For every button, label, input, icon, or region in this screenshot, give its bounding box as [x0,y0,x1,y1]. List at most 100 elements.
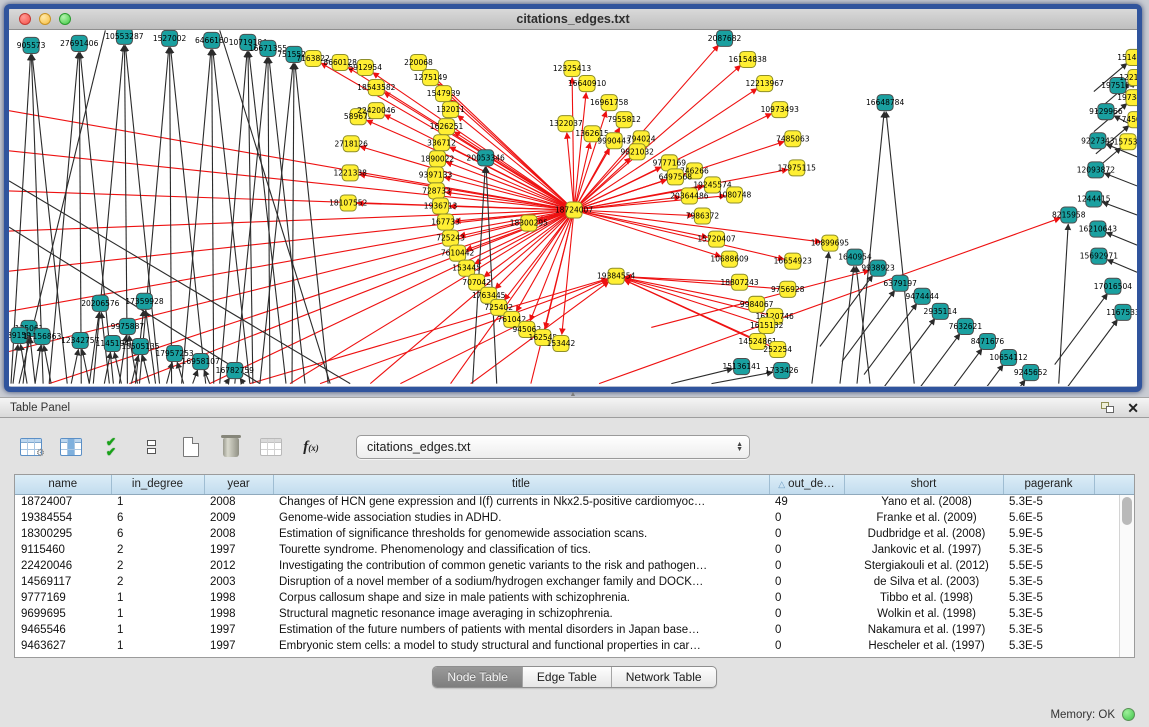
tab-network-table[interactable]: Network Table [612,667,716,687]
graph-node[interactable]: 12213967 [746,76,784,92]
close-panel-icon[interactable]: ✕ [1127,401,1139,415]
graph-node[interactable]: 1275149 [414,70,448,86]
graph-node[interactable]: 16961758 [590,95,628,111]
graph-node[interactable]: 12342757 [61,332,99,348]
table-row[interactable]: 911546021997Tourette syndrome. Phenomeno… [15,542,1135,558]
graph-node[interactable]: 1890022 [421,151,455,167]
graph-node[interactable]: 905573 [17,37,46,53]
graph-node[interactable]: 27691406 [60,35,98,51]
column-header-indegree[interactable]: in_degree [111,475,204,494]
show-columns-icon[interactable] [58,434,84,460]
graph-node[interactable]: 1527002 [153,30,187,46]
table-row[interactable]: 1938455462009Genome-wide association stu… [15,510,1135,526]
graph-node-label: 10973493 [761,105,799,114]
graph-node[interactable]: 15720407 [697,231,735,247]
graph-node[interactable]: 7955812 [607,112,641,128]
graph-node[interactable]: 7610442 [441,245,475,261]
graph-node[interactable]: 17975115 [778,160,816,176]
graph-node[interactable]: 8215958 [1052,207,1086,223]
graph-node[interactable]: 2087682 [708,30,742,46]
network-window-titlebar[interactable]: citations_edges.txt [9,9,1137,30]
graph-node[interactable]: 16654923 [774,253,812,269]
zoom-window-icon[interactable] [59,13,71,25]
graph-node[interactable]: 1221338 [333,165,367,181]
table-row[interactable]: 946554611997Estimation of the future num… [15,622,1135,638]
graph-node[interactable]: 10973493 [761,102,799,118]
graph-node[interactable]: 167733 [431,214,460,230]
graph-node[interactable]: 2718126 [334,136,368,152]
tab-node-table[interactable]: Node Table [433,667,523,687]
graph-node-label: 1936713 [424,202,458,211]
graph-edge [1104,173,1137,186]
scrollbar-thumb[interactable] [1122,497,1132,525]
graph-node[interactable]: 16640910 [568,76,606,92]
graph-node[interactable]: 7986372 [686,208,720,224]
graph-node[interactable]: 16154838 [728,51,766,67]
graph-node[interactable]: 9474444 [905,288,939,304]
table-row[interactable]: 2242004622012Investigating the contribut… [15,558,1135,574]
column-header-pagerank[interactable]: pagerank [1003,475,1094,494]
graph-node[interactable]: 6379197 [883,275,917,291]
graph-node[interactable]: 1733426 [765,363,799,379]
column-header-name[interactable]: name [15,475,111,494]
column-header-year[interactable]: year [204,475,273,494]
graph-node[interactable]: 18807243 [720,274,758,290]
graph-node[interactable]: 9397133 [419,167,453,183]
tab-edge-table[interactable]: Edge Table [523,667,612,687]
table-row[interactable]: 1872400712008Changes of HCN gene express… [15,494,1135,510]
delete-column-icon[interactable] [218,434,244,460]
graph-node[interactable]: 2935114 [924,303,958,319]
row-height-icon[interactable] [138,434,164,460]
graph-node[interactable]: 1167533 [1106,304,1137,320]
graph-node[interactable]: 8471676 [971,333,1005,349]
selection-checks-icon[interactable]: ✔✔ [98,434,124,460]
graph-node[interactable]: 9821032 [620,144,654,160]
network-view-window[interactable]: citations_edges.txt 905573 27691406 105532… [4,4,1142,392]
graph-node[interactable]: 18107552 [329,195,367,211]
graph-node[interactable]: 9227343 [1081,133,1115,149]
graph-node[interactable]: 1547939 [427,86,461,102]
graph-edge [864,304,917,375]
graph-node[interactable]: 15136141 [722,359,760,375]
close-window-icon[interactable] [19,13,31,25]
graph-node[interactable]: 1626251 [430,119,464,135]
function-builder-icon[interactable]: f(x) [298,434,324,460]
graph-node[interactable]: 7632621 [949,318,983,334]
graph-node[interactable]: 10553287 [105,30,143,44]
graph-node[interactable]: 132011 [436,102,465,118]
table-row[interactable]: 969969511998Structural magnetic resonanc… [15,606,1135,622]
graph-node[interactable]: 12325413 [553,60,591,76]
float-panel-icon[interactable] [1101,402,1115,414]
graph-node[interactable]: 6466160 [195,32,229,48]
graph-node[interactable]: 10688609 [710,251,748,267]
graph-node[interactable]: 1514808 [1117,49,1137,65]
column-header-outde[interactable]: △out_de… [769,475,844,494]
column-header-short[interactable]: short [844,475,1003,494]
table-row[interactable]: 1456911722003Disruption of a novel membe… [15,574,1135,590]
graph-node[interactable]: 745063 [1122,112,1137,128]
column-header-title[interactable]: title [273,475,769,494]
minimize-window-icon[interactable] [39,13,51,25]
graph-node-label: 8215958 [1052,211,1086,220]
graph-node[interactable]: 10654112 [989,350,1027,366]
graph-node[interactable]: 17359928 [125,293,163,309]
graph-node[interactable]: 9245652 [1014,365,1048,381]
graph-node[interactable]: 10899695 [811,235,849,251]
table-scrollbar[interactable] [1119,495,1134,658]
table-row[interactable]: 946362711997Embryonic stem cells: a mode… [15,638,1135,654]
graph-node[interactable]: 9938923 [861,260,895,276]
table-row[interactable]: 1830029562008Estimation of significance … [15,526,1135,542]
table-row[interactable]: 977716911998Corpus callosum shape and si… [15,590,1135,606]
table-select-dropdown[interactable]: citations_edges.txt ▲▼ [356,435,750,459]
graph-node[interactable]: 7485063 [776,131,810,147]
create-column-icon[interactable] [178,434,204,460]
graph-node[interactable]: 220068 [404,54,433,70]
graph-node[interactable]: 1936713 [424,198,458,214]
graph-node[interactable]: 9975887 [111,318,145,334]
graph-edge [220,51,247,383]
graph-node[interactable]: 1244415 [1077,191,1111,207]
graph-node[interactable]: 17016504 [1094,278,1132,294]
graph-node[interactable]: 16648784 [866,95,904,111]
table-mode-icon[interactable]: ⚙ [18,434,44,460]
network-canvas[interactable]: 9055732769140610553287152700264661601071… [9,30,1137,386]
